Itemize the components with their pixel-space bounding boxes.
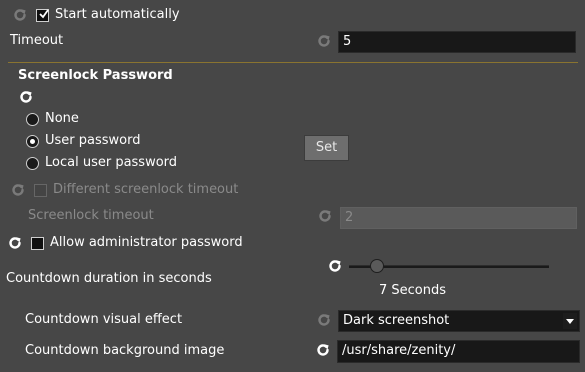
countdown-visual-effect-selected: Dark screenshot [343, 313, 450, 328]
start-automatically-checkbox[interactable] [36, 9, 49, 22]
countdown-duration-label: Countdown duration in seconds [6, 271, 212, 286]
checkmark-icon [39, 9, 49, 19]
timeout-field[interactable]: 5 [338, 31, 576, 53]
radio-none-label: None [45, 111, 79, 126]
start-automatically-label: Start automatically [55, 7, 180, 22]
screenlock-section-title: Screenlock Password [18, 68, 173, 83]
radio-user-password-label: User password [45, 133, 141, 148]
reset-timeout-icon[interactable] [316, 33, 332, 49]
reset-countdown-duration-icon[interactable] [327, 258, 343, 274]
reset-start-automatically-icon[interactable] [12, 7, 28, 23]
reset-different-timeout-icon [10, 182, 26, 198]
reset-screenlock-password-icon[interactable] [18, 89, 34, 105]
screenlock-timeout-label: Screenlock timeout [28, 208, 154, 223]
chevron-down-icon [563, 313, 577, 329]
screenlock-timeout-field: 2 [340, 207, 577, 229]
countdown-duration-value: 7 Seconds [379, 283, 447, 298]
countdown-duration-slider-handle[interactable] [370, 259, 384, 273]
reset-screenlock-timeout-icon [317, 208, 333, 224]
radio-user-password[interactable] [26, 135, 39, 148]
radio-selected-dot [30, 139, 35, 144]
countdown-visual-effect-dropdown[interactable]: Dark screenshot [338, 310, 580, 332]
different-timeout-checkbox [34, 184, 47, 197]
set-password-button[interactable]: Set [304, 135, 349, 161]
radio-local-user-password[interactable] [26, 157, 39, 170]
radio-none[interactable] [26, 113, 39, 126]
section-separator [8, 62, 578, 63]
allow-admin-checkbox[interactable] [31, 237, 44, 250]
reset-background-image-icon[interactable] [315, 342, 331, 358]
reset-visual-effect-icon[interactable] [316, 312, 332, 328]
allow-admin-label: Allow administrator password [50, 235, 243, 250]
reset-allow-admin-icon[interactable] [7, 235, 23, 251]
countdown-background-image-field[interactable]: /usr/share/zenity/ [337, 340, 580, 363]
countdown-visual-effect-label: Countdown visual effect [25, 312, 183, 327]
radio-local-user-password-label: Local user password [45, 155, 178, 170]
different-timeout-label: Different screenlock timeout [53, 182, 239, 197]
countdown-background-image-label: Countdown background image [25, 343, 225, 358]
timeout-label: Timeout [10, 33, 64, 48]
